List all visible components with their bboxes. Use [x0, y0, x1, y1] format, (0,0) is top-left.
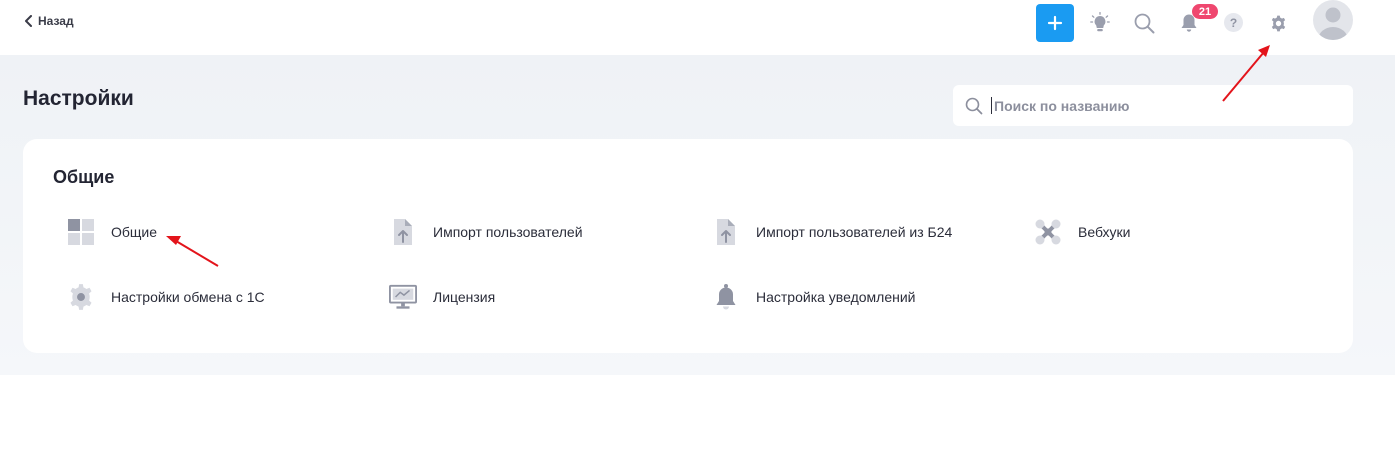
webhook-icon: [1034, 218, 1062, 246]
settings-item-label: Импорт пользователей: [433, 224, 583, 240]
search-input[interactable]: [991, 97, 1331, 114]
gear-icon: [1271, 15, 1285, 31]
settings-item-1c-exchange[interactable]: Настройки обмена с 1С: [67, 282, 265, 312]
settings-item-license[interactable]: Лицензия: [389, 282, 495, 312]
avatar[interactable]: [1313, 0, 1353, 40]
settings-button[interactable]: [1268, 13, 1288, 33]
settings-item-label: Общие: [111, 224, 158, 240]
search-icon: [965, 97, 983, 114]
page-title: Настройки: [23, 87, 134, 110]
gear-icon: [67, 283, 95, 311]
section-title: Общие: [53, 167, 115, 187]
settings-item-notifications[interactable]: Настройка уведомлений: [712, 282, 915, 312]
settings-item-label: Вебхуки: [1078, 224, 1131, 240]
back-label: Назад: [38, 14, 74, 28]
settings-item-label: Импорт пользователей из Б24: [756, 224, 953, 240]
notification-count-badge: 21: [1192, 4, 1218, 19]
add-button[interactable]: [1036, 4, 1074, 42]
bell-icon: [712, 283, 740, 311]
settings-item-import-users[interactable]: Импорт пользователей: [389, 217, 583, 247]
file-upload-icon: [712, 218, 740, 246]
lightbulb-button[interactable]: [1089, 11, 1111, 35]
settings-item-label: Настройка уведомлений: [756, 289, 916, 305]
top-bar: Назад 21 ?: [0, 0, 1395, 55]
search-button[interactable]: [1133, 12, 1155, 34]
monitor-icon: [389, 283, 417, 311]
general-settings-card: Общие Общие Импорт пользователей Импорт …: [23, 139, 1353, 353]
grid-icon: [67, 218, 95, 246]
plus-icon: [1047, 15, 1063, 31]
settings-search[interactable]: [953, 85, 1353, 126]
settings-item-label: Настройки обмена с 1С: [111, 289, 265, 305]
user-avatar-icon: [1318, 7, 1348, 40]
chevron-left-icon: [25, 15, 32, 27]
settings-item-webhooks[interactable]: Вебхуки: [1034, 217, 1130, 247]
back-button[interactable]: Назад: [24, 14, 74, 28]
settings-item-import-users-b24[interactable]: Импорт пользователей из Б24: [712, 217, 952, 247]
settings-content: Настройки Общие Общие Импорт пользовател…: [0, 55, 1395, 375]
file-upload-icon: [389, 218, 417, 246]
search-icon: [1134, 13, 1154, 33]
help-button[interactable]: ?: [1224, 13, 1243, 32]
lightbulb-icon: [1090, 12, 1110, 32]
settings-item-general[interactable]: Общие: [67, 217, 157, 247]
settings-item-label: Лицензия: [433, 289, 496, 305]
